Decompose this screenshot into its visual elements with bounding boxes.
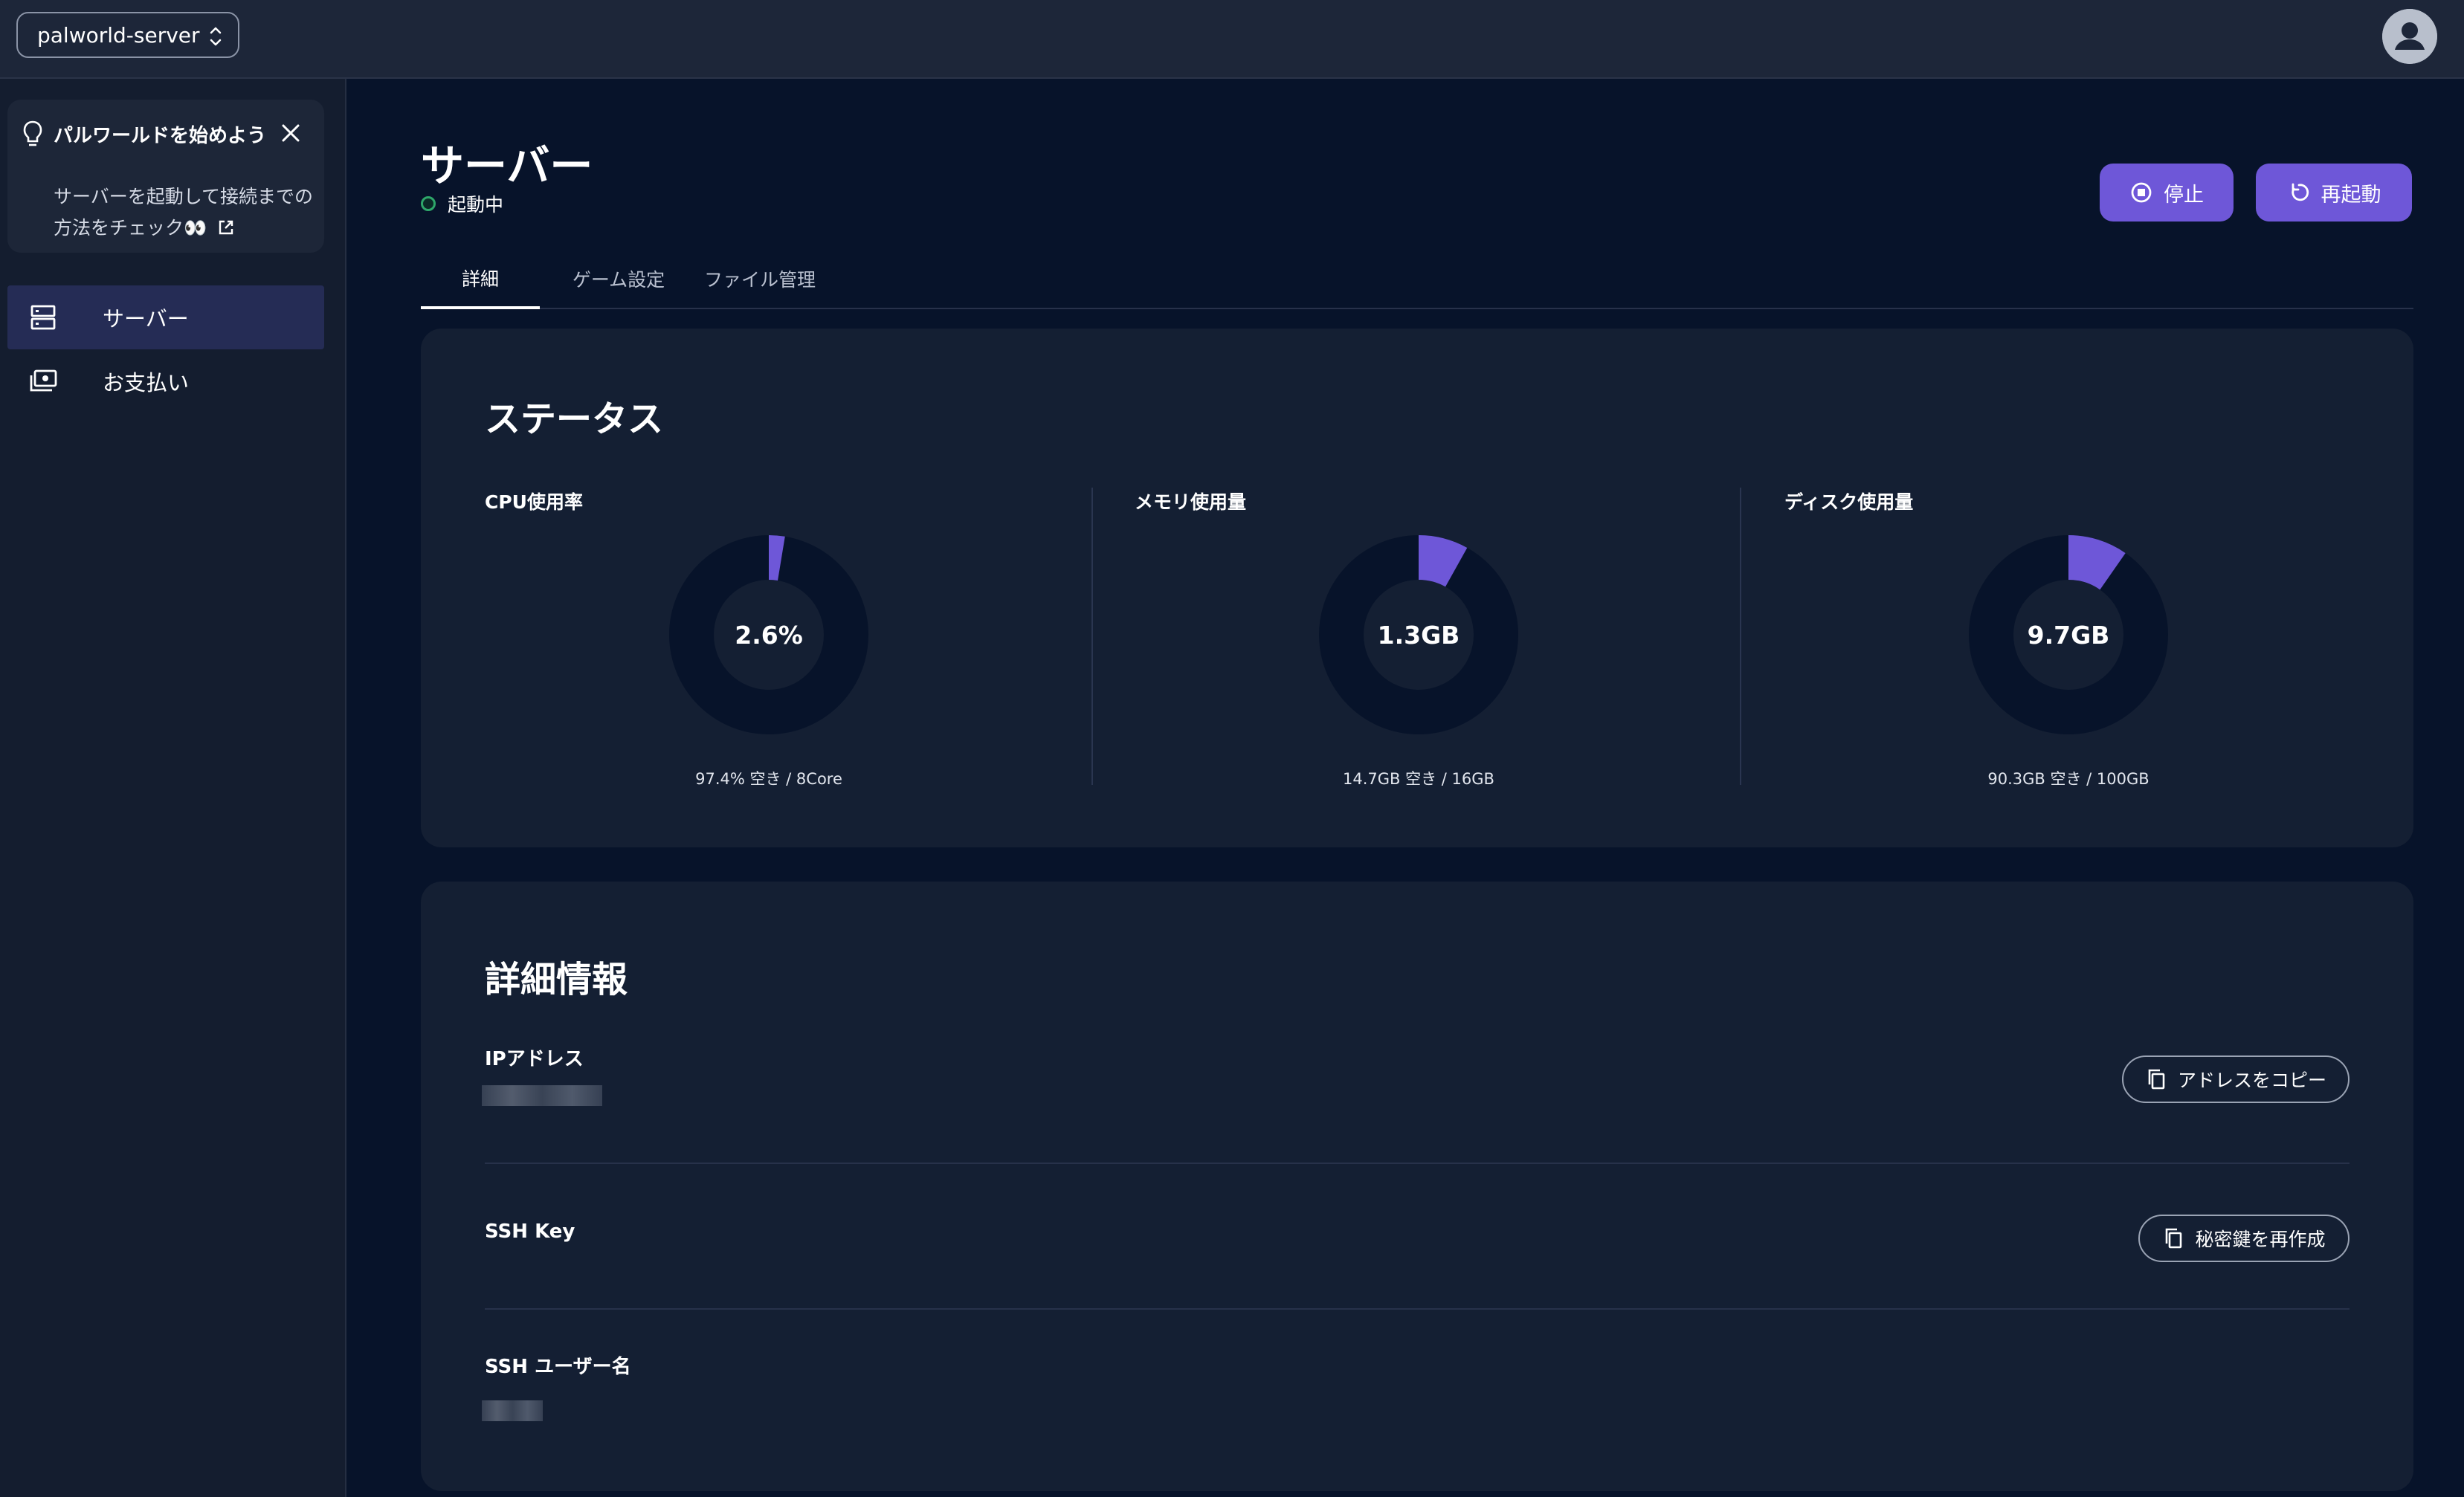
metric-sub: 97.4% 空き / 8Core bbox=[695, 770, 842, 788]
details-card-title: 詳細情報 bbox=[485, 959, 628, 1000]
sidebar-item-payment[interactable]: お支払い bbox=[7, 349, 324, 413]
status-card: ステータス CPU使用率 2.6% 97.4% 空き / 8Core メモリ使用… bbox=[421, 329, 2413, 847]
metric-label: ディスク使用量 bbox=[1784, 491, 1914, 513]
cpu-metric: CPU使用率 2.6% 97.4% 空き / 8Core bbox=[485, 488, 1135, 788]
row-divider bbox=[485, 1308, 2349, 1310]
copy-address-button[interactable]: アドレスをコピー bbox=[2122, 1055, 2349, 1103]
status-text: 起動中 bbox=[448, 194, 504, 216]
tip-body-text[interactable]: サーバーを起動して接続までの方法をチェック👀 bbox=[54, 186, 313, 239]
row-divider bbox=[485, 1163, 2349, 1164]
sidebar-item-label: サーバー bbox=[103, 306, 189, 332]
ssh-username-value-redacted bbox=[482, 1400, 543, 1421]
sidebar: パルワールドを始めよう サーバーを起動して接続までの方法をチェック👀 サーバー … bbox=[0, 79, 346, 1497]
server-status: 起動中 bbox=[421, 190, 503, 217]
top-bar: palworld-server bbox=[0, 0, 2464, 79]
server-icon bbox=[30, 305, 56, 330]
regenerate-key-label: 秘密鍵を再作成 bbox=[2195, 1229, 2326, 1250]
tab-details[interactable]: 詳細 bbox=[421, 250, 540, 309]
server-selector-label: palworld-server bbox=[37, 22, 200, 48]
server-selector[interactable]: palworld-server bbox=[16, 12, 239, 58]
status-indicator-icon bbox=[421, 196, 436, 211]
account-circle-icon bbox=[2382, 9, 2437, 64]
metric-label: メモリ使用量 bbox=[1135, 491, 1247, 513]
page-title: サーバー bbox=[421, 140, 593, 191]
metric-value: 2.6% bbox=[735, 620, 803, 650]
ip-address-label: IPアドレス bbox=[485, 1048, 584, 1070]
stop-button[interactable]: 停止 bbox=[2100, 164, 2234, 222]
tab-file-management[interactable]: ファイル管理 bbox=[693, 250, 827, 308]
metric-divider bbox=[1740, 488, 1741, 785]
restart-button-label: 再起動 bbox=[2321, 183, 2381, 207]
metric-value: 9.7GB bbox=[2027, 620, 2110, 650]
restart-icon bbox=[2291, 183, 2309, 201]
copy-icon bbox=[2166, 1228, 2182, 1249]
memory-metric: メモリ使用量 1.3GB 14.7GB 空き / 16GB bbox=[1135, 488, 1784, 788]
account-avatar-button[interactable] bbox=[2382, 9, 2437, 64]
sidebar-item-server[interactable]: サーバー bbox=[7, 285, 324, 349]
tip-title: パルワールドを始めよう bbox=[54, 125, 267, 147]
stop-button-label: 停止 bbox=[2164, 183, 2204, 207]
metric-value: 1.3GB bbox=[1377, 620, 1460, 650]
stop-icon bbox=[2131, 182, 2152, 203]
copy-icon bbox=[2148, 1069, 2165, 1090]
payment-icon bbox=[30, 369, 57, 392]
tip-body[interactable]: サーバーを起動して接続までの方法をチェック👀 bbox=[54, 181, 314, 244]
ip-address-value-redacted bbox=[482, 1085, 602, 1106]
lightbulb-icon bbox=[23, 120, 42, 146]
unfold-icon bbox=[210, 27, 222, 46]
metric-sub: 90.3GB 空き / 100GB bbox=[1987, 770, 2149, 788]
metric-divider bbox=[1091, 488, 1093, 785]
tab-game-settings[interactable]: ゲーム設定 bbox=[559, 250, 678, 308]
sidebar-item-label: お支払い bbox=[103, 370, 190, 395]
external-link-icon[interactable] bbox=[217, 219, 235, 236]
ssh-username-label: SSH ユーザー名 bbox=[485, 1356, 631, 1378]
ssh-key-label: SSH Key bbox=[485, 1220, 575, 1243]
tab-bar: 詳細 ゲーム設定 ファイル管理 bbox=[421, 250, 2413, 309]
copy-address-label: アドレスをコピー bbox=[2177, 1070, 2326, 1091]
disk-metric: ディスク使用量 9.7GB 90.3GB 空き / 100GB bbox=[1784, 488, 2434, 788]
status-card-title: ステータス bbox=[485, 398, 664, 440]
close-icon[interactable] bbox=[280, 122, 302, 144]
restart-button[interactable]: 再起動 bbox=[2256, 164, 2412, 222]
details-card: 詳細情報 IPアドレス アドレスをコピー SSH Key 秘密鍵を再作成 SSH… bbox=[421, 882, 2413, 1491]
regenerate-key-button[interactable]: 秘密鍵を再作成 bbox=[2138, 1215, 2349, 1262]
metric-sub: 14.7GB 空き / 16GB bbox=[1343, 770, 1494, 788]
getting-started-tip: パルワールドを始めよう サーバーを起動して接続までの方法をチェック👀 bbox=[7, 100, 324, 253]
metric-label: CPU使用率 bbox=[485, 491, 583, 513]
